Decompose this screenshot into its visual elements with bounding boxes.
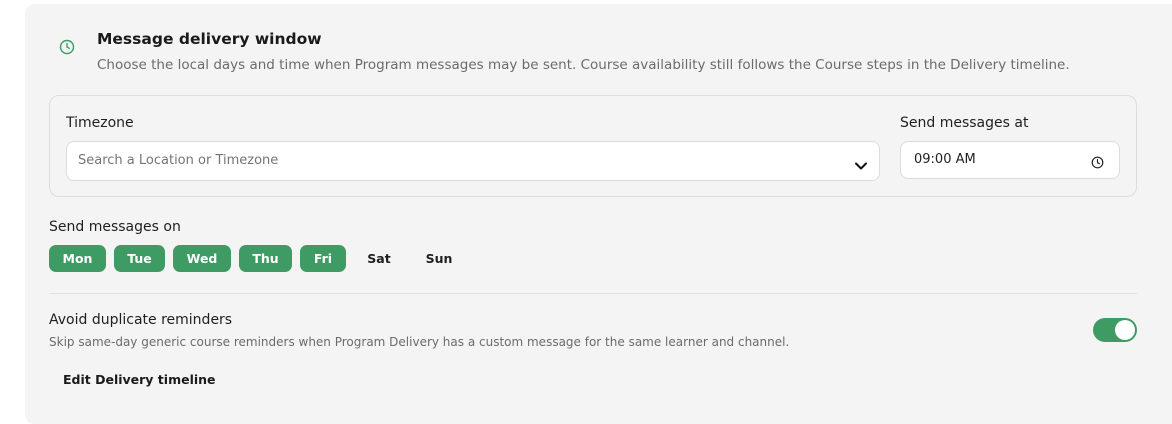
timezone-label: Timezone bbox=[66, 115, 134, 131]
day-toggle-sun[interactable]: Sun bbox=[412, 245, 466, 272]
send-days-label: Send messages on bbox=[49, 219, 181, 235]
day-toggle-mon[interactable]: Mon bbox=[49, 245, 106, 272]
day-toggle-fri[interactable]: Fri bbox=[300, 245, 346, 272]
edit-delivery-timeline-button[interactable]: Edit Delivery timeline bbox=[63, 372, 216, 387]
toggle-knob bbox=[1115, 320, 1135, 340]
day-toggle-thu[interactable]: Thu bbox=[239, 245, 292, 272]
day-toggle-tue[interactable]: Tue bbox=[114, 245, 165, 272]
section-title: Message delivery window bbox=[97, 30, 322, 48]
section-header: Message delivery window Choose the local… bbox=[25, 4, 1172, 94]
send-time-input[interactable]: 09:00 AM bbox=[900, 141, 1120, 179]
section-subtitle: Choose the local days and time when Prog… bbox=[97, 57, 1070, 73]
send-time-value: 09:00 AM bbox=[914, 152, 976, 167]
timezone-time-panel: Timezone Search a Location or Timezone S… bbox=[49, 95, 1137, 197]
timezone-search-input[interactable]: Search a Location or Timezone bbox=[66, 141, 880, 181]
avoid-duplicates-title: Avoid duplicate reminders bbox=[49, 312, 233, 328]
send-time-label: Send messages at bbox=[900, 115, 1029, 131]
section-divider bbox=[49, 293, 1137, 294]
chevron-down-icon[interactable] bbox=[854, 156, 868, 170]
clock-icon bbox=[59, 39, 75, 55]
avoid-duplicates-description: Skip same-day generic course reminders w… bbox=[49, 335, 790, 349]
day-toggle-wed[interactable]: Wed bbox=[173, 245, 231, 272]
day-toggle-sat[interactable]: Sat bbox=[354, 245, 404, 272]
timezone-placeholder: Search a Location or Timezone bbox=[78, 153, 279, 168]
clock-icon[interactable] bbox=[1091, 154, 1104, 169]
delivery-window-card: Message delivery window Choose the local… bbox=[25, 4, 1172, 424]
avoid-duplicates-toggle[interactable] bbox=[1093, 318, 1137, 342]
